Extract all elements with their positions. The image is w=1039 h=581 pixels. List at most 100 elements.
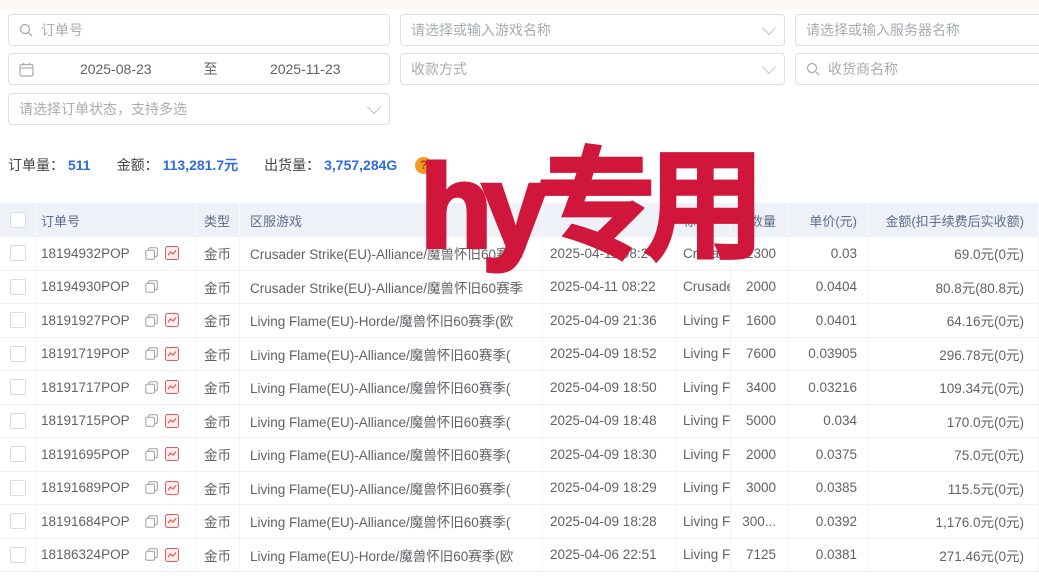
order-no-search-field[interactable] xyxy=(8,14,390,46)
date-end-input[interactable] xyxy=(232,61,380,77)
order-id: 18191689POP xyxy=(41,480,138,495)
copy-icon[interactable] xyxy=(145,448,158,461)
row-checkbox[interactable] xyxy=(10,346,26,362)
column-header xyxy=(543,203,676,237)
title-cell: Living Fl xyxy=(676,438,731,471)
copy-icon[interactable] xyxy=(145,548,158,561)
table-header-row: 订单号类型区服游戏标题数量单价(元)金额(扣手续费后实收额) xyxy=(0,203,1039,237)
order-time-cell: 2025-04-09 18:50 xyxy=(543,371,676,404)
region-game-cell: Crusader Strike(EU)-Alliance/魔兽怀旧60赛季 xyxy=(240,237,543,270)
row-checkbox[interactable] xyxy=(10,379,26,395)
order-time-cell: 2025-04-09 18:52 xyxy=(543,338,676,371)
order-id: 18191715POP xyxy=(41,413,138,428)
help-icon[interactable]: ? xyxy=(415,157,432,174)
region-game-cell: Living Flame(EU)-Alliance/魔兽怀旧60赛季( xyxy=(240,438,543,471)
image-icon[interactable] xyxy=(165,548,179,562)
amount-cell: 296.78元(0元) xyxy=(868,338,1039,371)
order-no-input[interactable] xyxy=(41,22,379,38)
image-icon[interactable] xyxy=(165,380,179,394)
table-row: 18194930POP 金币 Crusader Strike(EU)-Allia… xyxy=(0,271,1039,305)
merchant-name-input[interactable] xyxy=(828,61,1039,77)
table-row: 18191684POP 金币 Living Flame(EU)-Alliance… xyxy=(0,505,1039,539)
chevron-down-icon xyxy=(762,60,776,74)
type-cell: 金币 xyxy=(197,405,240,438)
select-all-cell xyxy=(0,203,37,237)
order-status-placeholder: 请选择订单状态，支持多选 xyxy=(19,99,361,119)
type-cell: 金币 xyxy=(197,472,240,505)
date-start-input[interactable] xyxy=(42,61,190,77)
title-cell: Crusade xyxy=(676,237,731,270)
server-name-field[interactable] xyxy=(795,14,1039,46)
type-cell: 金币 xyxy=(197,304,240,337)
copy-icon[interactable] xyxy=(145,515,158,528)
order-id: 18186324POP xyxy=(41,547,138,562)
order-id: 18191695POP xyxy=(41,447,138,462)
payment-method-select[interactable]: 收款方式 xyxy=(400,53,785,85)
chevron-down-icon xyxy=(367,100,381,114)
image-icon[interactable] xyxy=(165,246,179,260)
amount-label: 金额： xyxy=(117,155,159,175)
column-header: 区服游戏 xyxy=(240,203,543,237)
image-icon[interactable] xyxy=(165,347,179,361)
order-status-multiselect[interactable]: 请选择订单状态，支持多选 xyxy=(8,93,390,125)
copy-icon[interactable] xyxy=(145,347,158,360)
calendar-icon xyxy=(19,62,34,77)
copy-icon[interactable] xyxy=(145,314,158,327)
order-time-cell: 2025-04-09 18:48 xyxy=(543,405,676,438)
column-header: 订单号 xyxy=(37,203,197,237)
title-cell: Living Fl xyxy=(676,505,731,538)
region-game-cell: Living Flame(EU)-Alliance/魔兽怀旧60赛季( xyxy=(240,472,543,505)
unit-price-cell: 0.0381 xyxy=(788,539,868,572)
search-icon xyxy=(19,23,33,37)
image-icon[interactable] xyxy=(165,414,179,428)
table-body: 18194932POP 金币 Crusader Strike(EU)-Allia… xyxy=(0,237,1039,572)
merchant-search-field[interactable] xyxy=(795,53,1039,85)
title-cell: Living Fl xyxy=(676,304,731,337)
type-cell: 金币 xyxy=(197,371,240,404)
row-checkbox[interactable] xyxy=(10,413,26,429)
row-checkbox[interactable] xyxy=(10,446,26,462)
quantity-cell: 1600 xyxy=(731,304,788,337)
row-checkbox[interactable] xyxy=(10,513,26,529)
type-cell: 金币 xyxy=(197,505,240,538)
select-all-checkbox[interactable] xyxy=(10,212,26,228)
image-icon[interactable] xyxy=(165,481,179,495)
table-row: 18191717POP 金币 Living Flame(EU)-Alliance… xyxy=(0,371,1039,405)
date-separator-label: 至 xyxy=(198,59,224,79)
copy-icon[interactable] xyxy=(145,280,158,293)
unit-price-cell: 0.03 xyxy=(788,237,868,270)
row-checkbox[interactable] xyxy=(10,279,26,295)
amount-cell: 64.16元(0元) xyxy=(868,304,1039,337)
unit-price-cell: 0.0404 xyxy=(788,271,868,304)
table-row: 18191695POP 金币 Living Flame(EU)-Alliance… xyxy=(0,438,1039,472)
stats-bar: 订单量： 511 金额： 113,281.7元 出货量： 3,757,284G … xyxy=(8,155,432,175)
quantity-cell: 7125 xyxy=(731,539,788,572)
copy-icon[interactable] xyxy=(145,481,158,494)
game-name-select[interactable]: 请选择或输入游戏名称 xyxy=(400,14,785,46)
column-header: 金额(扣手续费后实收额) xyxy=(868,203,1039,237)
order-time-cell: 2025-04-06 22:51 xyxy=(543,539,676,572)
column-header: 类型 xyxy=(197,203,240,237)
amount-cell: 80.8元(80.8元) xyxy=(868,271,1039,304)
copy-icon[interactable] xyxy=(145,414,158,427)
search-icon xyxy=(806,62,820,76)
table-row: 18186324POP 金币 Living Flame(EU)-Horde/魔兽… xyxy=(0,539,1039,573)
row-checkbox[interactable] xyxy=(10,547,26,563)
order-id: 18191719POP xyxy=(41,346,138,361)
date-range-picker[interactable]: 至 xyxy=(8,53,390,85)
order-time-cell: 2025-04-11 08:22 xyxy=(543,271,676,304)
image-icon[interactable] xyxy=(165,313,179,327)
region-game-cell: Living Flame(EU)-Alliance/魔兽怀旧60赛季( xyxy=(240,338,543,371)
order-count-value: 511 xyxy=(68,157,91,173)
row-checkbox[interactable] xyxy=(10,245,26,261)
table-row: 18194932POP 金币 Crusader Strike(EU)-Allia… xyxy=(0,237,1039,271)
copy-icon[interactable] xyxy=(145,247,158,260)
row-checkbox[interactable] xyxy=(10,480,26,496)
title-cell: Living Fl xyxy=(676,472,731,505)
row-checkbox[interactable] xyxy=(10,312,26,328)
copy-icon[interactable] xyxy=(145,381,158,394)
order-id: 18191684POP xyxy=(41,514,138,529)
image-icon[interactable] xyxy=(165,514,179,528)
server-name-input[interactable] xyxy=(806,22,1039,38)
image-icon[interactable] xyxy=(165,447,179,461)
